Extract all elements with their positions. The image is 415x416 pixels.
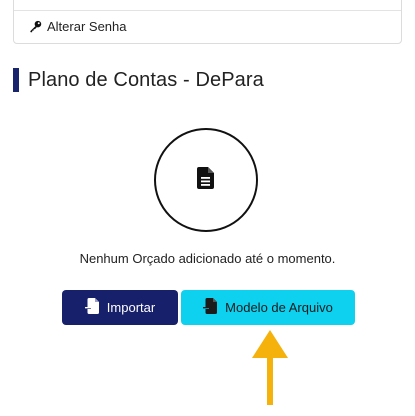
- file-template-button-label: Modelo de Arquivo: [225, 300, 333, 315]
- key-icon: [29, 20, 42, 33]
- title-accent-bar: [13, 68, 19, 92]
- file-template-button[interactable]: Modelo de Arquivo: [181, 290, 355, 325]
- change-password-menu-item[interactable]: Alterar Senha: [29, 19, 127, 34]
- user-menu-card: Alterar Senha: [13, 0, 402, 44]
- file-import-icon: [203, 298, 218, 317]
- empty-state-circle: [154, 128, 258, 232]
- empty-state-message: Nenhum Orçado adicionado até o momento.: [79, 251, 336, 266]
- page: Alterar Senha Plano de Contas - DePara N…: [0, 0, 415, 416]
- page-title: Plano de Contas - DePara: [28, 68, 264, 91]
- file-icon: [197, 166, 215, 194]
- import-button[interactable]: Importar: [62, 290, 178, 325]
- section-header: Plano de Contas - DePara: [13, 67, 264, 93]
- menu-divider: [14, 10, 401, 11]
- arrow-up-icon: [252, 330, 288, 411]
- import-button-label: Importar: [106, 300, 156, 315]
- file-import-icon: [84, 298, 99, 317]
- change-password-label: Alterar Senha: [47, 19, 127, 34]
